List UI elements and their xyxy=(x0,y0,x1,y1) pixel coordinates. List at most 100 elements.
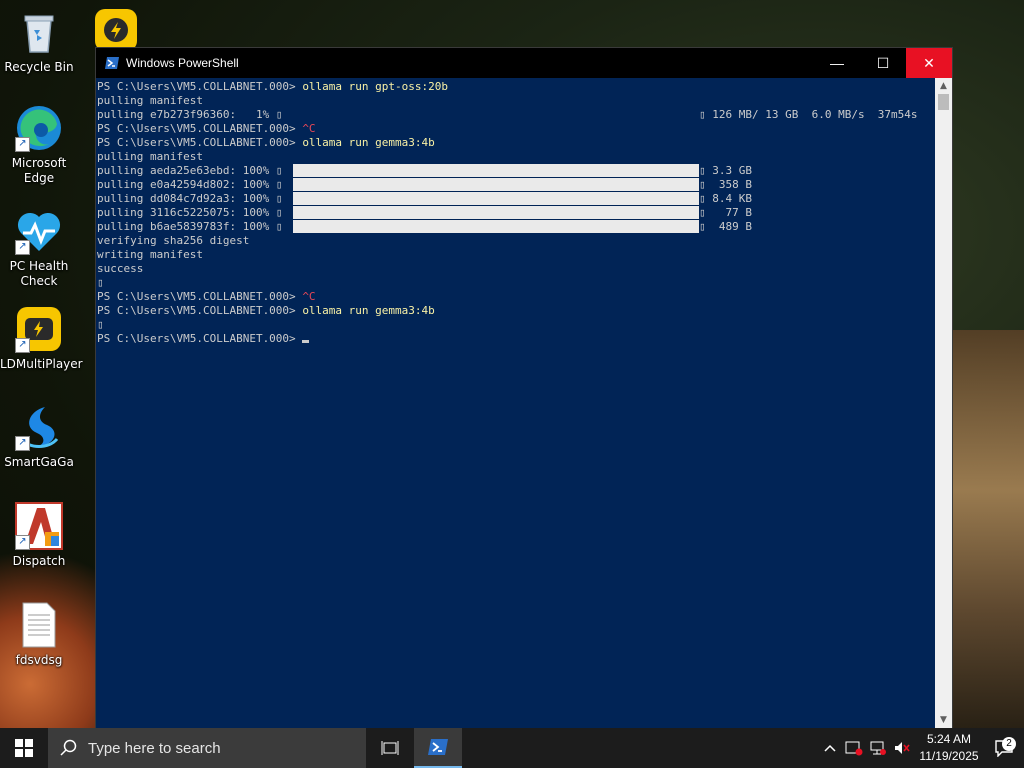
output-text: pulling e7b273f96360: 1% ▯ xyxy=(97,108,283,121)
recycle-bin-icon xyxy=(15,8,63,56)
window-title: Windows PowerShell xyxy=(126,56,239,70)
start-button[interactable] xyxy=(0,728,48,768)
progress-bar xyxy=(293,164,699,177)
shell-command: ollama run gemma3:4b xyxy=(302,304,435,317)
terminal-line: pulling manifest xyxy=(97,94,935,108)
task-view-icon xyxy=(381,741,399,755)
text-document-icon xyxy=(15,601,63,649)
clock-date: 11/19/2025 xyxy=(919,749,979,763)
shortcut-arrow-icon: ↗ xyxy=(15,436,30,451)
taskbar-clock[interactable]: 5:24 AM 11/19/2025 xyxy=(914,731,984,765)
scrollbar-thumb[interactable] xyxy=(938,94,949,110)
terminal-line: PS C:\Users\VM5.COLLABNET.000> ^C xyxy=(97,122,935,136)
chevron-up-icon[interactable] xyxy=(818,744,842,752)
terminal-line: writing manifest xyxy=(97,248,935,262)
desktop-icon-recycle-bin[interactable]: Recycle Bin xyxy=(0,8,78,75)
desktop-icon-edge[interactable]: ↗ Microsoft Edge xyxy=(0,104,78,186)
scroll-up-arrow-icon[interactable]: ▲ xyxy=(935,78,952,94)
ldmultiplayer-icon: ↗ xyxy=(15,305,63,353)
volume-muted-icon[interactable] xyxy=(890,740,914,756)
desktop-icon-smartgaga[interactable]: ↗ SmartGaGa xyxy=(0,403,78,470)
vertical-scrollbar[interactable]: ▲ ▼ xyxy=(935,78,952,728)
action-center-button[interactable]: 2 xyxy=(984,737,1024,757)
shell-command: ollama run gpt-oss:20b xyxy=(302,80,449,93)
terminal-line: PS C:\Users\VM5.COLLABNET.000> ollama ru… xyxy=(97,304,935,318)
security-alert-icon[interactable] xyxy=(842,740,866,756)
heart-pulse-icon: ↗ xyxy=(15,207,63,255)
terminal-line: success xyxy=(97,262,935,276)
terminal-line: pulling manifest xyxy=(97,150,935,164)
desktop-icon-label: SmartGaGa xyxy=(4,455,74,469)
terminal-line: PS C:\Users\VM5.COLLABNET.000> ollama ru… xyxy=(97,136,935,150)
shell-prompt: PS C:\Users\VM5.COLLABNET.000> xyxy=(97,136,303,149)
text-cursor xyxy=(302,340,310,343)
terminal-line: pulling b6ae5839783f: 100% ▯ ▯ 489 B xyxy=(97,220,935,234)
desktop-icon-dispatch[interactable]: ↗ Dispatch xyxy=(0,502,78,569)
progress-bar xyxy=(293,220,699,233)
download-size: ▯ 489 B xyxy=(699,220,752,233)
clock-time: 5:24 AM xyxy=(926,732,972,746)
terminal-line: PS C:\Users\VM5.COLLABNET.000> xyxy=(97,332,935,346)
wallpaper-right-figure xyxy=(944,330,1024,730)
desktop-icon-ldmultiplayer[interactable]: ↗ LDMultiPlayer xyxy=(0,305,83,372)
task-view-button[interactable] xyxy=(366,728,414,768)
shell-prompt: PS C:\Users\VM5.COLLABNET.000> xyxy=(97,290,303,303)
powershell-window[interactable]: Windows PowerShell — ☐ ✕ PS C:\Users\VM5… xyxy=(95,47,953,729)
shortcut-arrow-icon: ↗ xyxy=(15,535,30,550)
terminal-line: PS C:\Users\VM5.COLLABNET.000> ^C xyxy=(97,290,935,304)
output-text: ▯ xyxy=(97,276,104,289)
maximize-button[interactable]: ☐ xyxy=(860,48,906,78)
output-text: verifying sha256 digest xyxy=(97,234,250,247)
desktop-icon-label: Dispatch xyxy=(12,554,66,568)
shell-prompt: PS C:\Users\VM5.COLLABNET.000> xyxy=(97,80,303,93)
output-text: ▯ xyxy=(97,318,104,331)
desktop-icon-label: Microsoft Edge xyxy=(11,156,67,185)
notification-count-badge: 2 xyxy=(1002,737,1016,751)
terminal-line: PS C:\Users\VM5.COLLABNET.000> ollama ru… xyxy=(97,80,935,94)
desktop-icon-label: PC Health Check xyxy=(9,259,69,288)
desktop-icon-label: LDMultiPlayer xyxy=(0,357,83,371)
output-text: pulling 3116c5225075: 100% ▯ xyxy=(97,206,283,219)
search-icon xyxy=(60,739,77,756)
windows-logo-icon xyxy=(15,739,33,757)
terminal-line: pulling 3116c5225075: 100% ▯ ▯ 77 B xyxy=(97,206,935,220)
output-text: success xyxy=(97,262,144,275)
shortcut-arrow-icon: ↗ xyxy=(15,338,30,353)
desktop-icon-label: Recycle Bin xyxy=(4,60,74,74)
scroll-down-arrow-icon[interactable]: ▼ xyxy=(935,712,952,728)
output-text: writing manifest xyxy=(97,248,203,261)
download-size: ▯ 8.4 KB xyxy=(699,192,752,205)
output-text: pulling dd084c7d92a3: 100% ▯ xyxy=(97,192,283,205)
powershell-icon xyxy=(104,55,120,71)
terminal-line: pulling dd084c7d92a3: 100% ▯ ▯ 8.4 KB xyxy=(97,192,935,206)
search-placeholder: Type here to search xyxy=(88,739,221,757)
taskbar-search-box[interactable]: Type here to search xyxy=(48,728,366,768)
desktop-icon-fdsvdsg[interactable]: fdsvdsg xyxy=(0,601,78,668)
output-text: pulling manifest xyxy=(97,150,203,163)
download-size: ▯ 3.3 GB xyxy=(699,164,752,177)
terminal-line: ▯ xyxy=(97,318,935,332)
powershell-icon xyxy=(428,739,448,755)
dispatch-icon: ↗ xyxy=(15,502,63,550)
terminal-line: pulling e7b273f96360: 1% ▯ ▯ 126 MB/ 13 G… xyxy=(97,108,935,122)
close-button[interactable]: ✕ xyxy=(906,48,952,78)
network-icon[interactable] xyxy=(866,740,890,756)
download-stats: ▯ 126 MB/ 13 GB 6.0 MB/s 37m54s xyxy=(699,108,918,121)
minimize-button[interactable]: — xyxy=(814,48,860,78)
terminal-line: pulling e0a42594d802: 100% ▯ ▯ 358 B xyxy=(97,178,935,192)
shell-prompt: PS C:\Users\VM5.COLLABNET.000> xyxy=(97,122,303,135)
terminal-output[interactable]: PS C:\Users\VM5.COLLABNET.000> ollama ru… xyxy=(96,78,935,728)
output-text: pulling aeda25e63ebd: 100% ▯ xyxy=(97,164,283,177)
output-text: pulling e0a42594d802: 100% ▯ xyxy=(97,178,283,191)
taskbar-powershell-button[interactable] xyxy=(414,728,462,768)
progress-bar xyxy=(293,178,699,191)
desktop-icon-pc-health-check[interactable]: ↗ PC Health Check xyxy=(0,207,78,289)
desktop-icon-label: fdsvdsg xyxy=(15,653,63,667)
edge-icon: ↗ xyxy=(15,104,63,152)
progress-bar xyxy=(293,192,699,205)
smartgaga-icon: ↗ xyxy=(15,403,63,451)
taskbar: Type here to search 5:24 AM 11/19/2025 2 xyxy=(0,728,1024,768)
shortcut-arrow-icon: ↗ xyxy=(15,240,30,255)
window-titlebar[interactable]: Windows PowerShell — ☐ ✕ xyxy=(96,48,952,78)
shell-prompt: PS C:\Users\VM5.COLLABNET.000> xyxy=(97,332,303,345)
